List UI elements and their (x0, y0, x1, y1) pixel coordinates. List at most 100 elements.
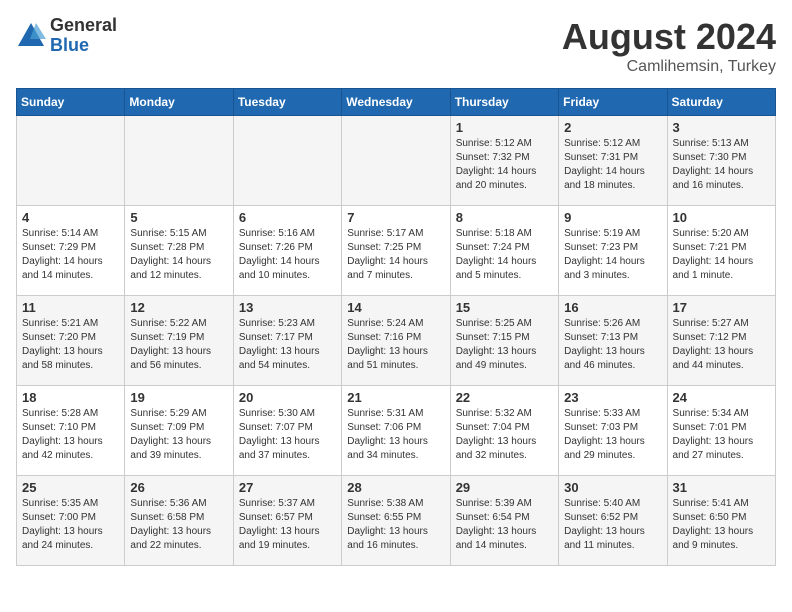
day-info: Sunrise: 5:37 AM Sunset: 6:57 PM Dayligh… (239, 497, 336, 553)
day-number: 12 (130, 300, 227, 315)
week-row-2: 4Sunrise: 5:14 AM Sunset: 7:29 PM Daylig… (17, 206, 776, 296)
day-number: 28 (347, 480, 444, 495)
calendar-cell: 8Sunrise: 5:18 AM Sunset: 7:24 PM Daylig… (450, 206, 558, 296)
day-info: Sunrise: 5:31 AM Sunset: 7:06 PM Dayligh… (347, 407, 444, 463)
day-info: Sunrise: 5:27 AM Sunset: 7:12 PM Dayligh… (673, 317, 770, 373)
day-info: Sunrise: 5:30 AM Sunset: 7:07 PM Dayligh… (239, 407, 336, 463)
calendar-cell: 6Sunrise: 5:16 AM Sunset: 7:26 PM Daylig… (233, 206, 341, 296)
calendar-cell: 17Sunrise: 5:27 AM Sunset: 7:12 PM Dayli… (667, 296, 775, 386)
calendar-cell: 7 Sunrise: 5:17 AM Sunset: 7:25 PM Daylig… (342, 206, 450, 296)
day-info: Sunrise: 5:20 AM Sunset: 7:21 PM Dayligh… (673, 227, 770, 283)
day-info: Sunrise: 5:17 AM Sunset: 7:25 PM Dayligh… (347, 227, 444, 283)
header-day-saturday: Saturday (667, 89, 775, 116)
day-number: 1 (456, 120, 553, 135)
calendar-cell: 13Sunrise: 5:23 AM Sunset: 7:17 PM Dayli… (233, 296, 341, 386)
day-info: Sunrise: 5:24 AM Sunset: 7:16 PM Dayligh… (347, 317, 444, 373)
calendar-cell (17, 116, 125, 206)
calendar-cell: 31Sunrise: 5:41 AM Sunset: 6:50 PM Dayli… (667, 476, 775, 566)
calendar-cell (233, 116, 341, 206)
day-number: 26 (130, 480, 227, 495)
calendar-cell: 9 Sunrise: 5:19 AM Sunset: 7:23 PM Daylig… (559, 206, 667, 296)
day-number: 16 (564, 300, 661, 315)
day-info: Sunrise: 5:19 AM Sunset: 7:23 PM Dayligh… (564, 227, 661, 283)
calendar-cell: 4Sunrise: 5:14 AM Sunset: 7:29 PM Daylig… (17, 206, 125, 296)
day-number: 14 (347, 300, 444, 315)
day-number: 11 (22, 300, 119, 315)
week-row-1: 1 Sunrise: 5:12 AM Sunset: 7:32 PM Daylig… (17, 116, 776, 206)
day-info: Sunrise: 5:13 AM Sunset: 7:30 PM Dayligh… (673, 137, 770, 193)
day-number: 25 (22, 480, 119, 495)
calendar-cell: 12Sunrise: 5:22 AM Sunset: 7:19 PM Dayli… (125, 296, 233, 386)
day-info: Sunrise: 5:21 AM Sunset: 7:20 PM Dayligh… (22, 317, 119, 373)
day-number: 23 (564, 390, 661, 405)
day-number: 9 (564, 210, 661, 225)
week-row-4: 18Sunrise: 5:28 AM Sunset: 7:10 PM Dayli… (17, 386, 776, 476)
day-info: Sunrise: 5:14 AM Sunset: 7:29 PM Dayligh… (22, 227, 119, 283)
day-info: Sunrise: 5:40 AM Sunset: 6:52 PM Dayligh… (564, 497, 661, 553)
day-number: 20 (239, 390, 336, 405)
calendar-cell (342, 116, 450, 206)
header-row: SundayMondayTuesdayWednesdayThursdayFrid… (17, 89, 776, 116)
calendar-header: SundayMondayTuesdayWednesdayThursdayFrid… (17, 89, 776, 116)
logo-general: General (50, 16, 117, 36)
calendar-cell (125, 116, 233, 206)
day-info: Sunrise: 5:16 AM Sunset: 7:26 PM Dayligh… (239, 227, 336, 283)
month-year: August 2024 (562, 16, 776, 58)
day-number: 30 (564, 480, 661, 495)
calendar-cell: 24 Sunrise: 5:34 AM Sunset: 7:01 PM Dayli… (667, 386, 775, 476)
day-number: 5 (130, 210, 227, 225)
calendar-cell: 23 Sunrise: 5:33 AM Sunset: 7:03 PM Dayli… (559, 386, 667, 476)
calendar-cell: 1 Sunrise: 5:12 AM Sunset: 7:32 PM Daylig… (450, 116, 558, 206)
calendar-cell: 16Sunrise: 5:26 AM Sunset: 7:13 PM Dayli… (559, 296, 667, 386)
calendar-cell: 14 Sunrise: 5:24 AM Sunset: 7:16 PM Dayli… (342, 296, 450, 386)
day-number: 10 (673, 210, 770, 225)
calendar-table: SundayMondayTuesdayWednesdayThursdayFrid… (16, 88, 776, 566)
day-number: 27 (239, 480, 336, 495)
day-number: 18 (22, 390, 119, 405)
calendar-cell: 19Sunrise: 5:29 AM Sunset: 7:09 PM Dayli… (125, 386, 233, 476)
calendar-cell: 3Sunrise: 5:13 AM Sunset: 7:30 PM Daylig… (667, 116, 775, 206)
logo-blue: Blue (50, 36, 117, 56)
day-info: Sunrise: 5:18 AM Sunset: 7:24 PM Dayligh… (456, 227, 553, 283)
header-day-tuesday: Tuesday (233, 89, 341, 116)
day-number: 29 (456, 480, 553, 495)
header-day-wednesday: Wednesday (342, 89, 450, 116)
calendar-cell: 26Sunrise: 5:36 AM Sunset: 6:58 PM Dayli… (125, 476, 233, 566)
calendar-cell: 20 Sunrise: 5:30 AM Sunset: 7:07 PM Dayli… (233, 386, 341, 476)
day-info: Sunrise: 5:33 AM Sunset: 7:03 PM Dayligh… (564, 407, 661, 463)
day-number: 24 (673, 390, 770, 405)
calendar-cell: 11 Sunrise: 5:21 AM Sunset: 7:20 PM Dayli… (17, 296, 125, 386)
location: Camlihemsin, Turkey (562, 58, 776, 76)
calendar-cell: 10 Sunrise: 5:20 AM Sunset: 7:21 PM Dayli… (667, 206, 775, 296)
day-number: 21 (347, 390, 444, 405)
day-info: Sunrise: 5:39 AM Sunset: 6:54 PM Dayligh… (456, 497, 553, 553)
day-info: Sunrise: 5:32 AM Sunset: 7:04 PM Dayligh… (456, 407, 553, 463)
header-day-thursday: Thursday (450, 89, 558, 116)
calendar-cell: 22Sunrise: 5:32 AM Sunset: 7:04 PM Dayli… (450, 386, 558, 476)
calendar-cell: 15Sunrise: 5:25 AM Sunset: 7:15 PM Dayli… (450, 296, 558, 386)
day-info: Sunrise: 5:12 AM Sunset: 7:31 PM Dayligh… (564, 137, 661, 193)
calendar-cell: 30 Sunrise: 5:40 AM Sunset: 6:52 PM Dayli… (559, 476, 667, 566)
day-info: Sunrise: 5:34 AM Sunset: 7:01 PM Dayligh… (673, 407, 770, 463)
day-info: Sunrise: 5:15 AM Sunset: 7:28 PM Dayligh… (130, 227, 227, 283)
calendar-body: 1 Sunrise: 5:12 AM Sunset: 7:32 PM Daylig… (17, 116, 776, 566)
day-info: Sunrise: 5:29 AM Sunset: 7:09 PM Dayligh… (130, 407, 227, 463)
day-info: Sunrise: 5:35 AM Sunset: 7:00 PM Dayligh… (22, 497, 119, 553)
calendar-cell: 2Sunrise: 5:12 AM Sunset: 7:31 PM Daylig… (559, 116, 667, 206)
logo: General Blue (16, 16, 117, 56)
week-row-3: 11 Sunrise: 5:21 AM Sunset: 7:20 PM Dayli… (17, 296, 776, 386)
calendar-cell: 5 Sunrise: 5:15 AM Sunset: 7:28 PM Daylig… (125, 206, 233, 296)
day-number: 31 (673, 480, 770, 495)
calendar-cell: 18Sunrise: 5:28 AM Sunset: 7:10 PM Dayli… (17, 386, 125, 476)
calendar-cell: 28Sunrise: 5:38 AM Sunset: 6:55 PM Dayli… (342, 476, 450, 566)
day-info: Sunrise: 5:23 AM Sunset: 7:17 PM Dayligh… (239, 317, 336, 373)
title-block: August 2024 Camlihemsin, Turkey (562, 16, 776, 76)
logo-icon (16, 21, 46, 51)
header-day-sunday: Sunday (17, 89, 125, 116)
logo-text: General Blue (50, 16, 117, 56)
header-day-friday: Friday (559, 89, 667, 116)
header-day-monday: Monday (125, 89, 233, 116)
day-number: 7 (347, 210, 444, 225)
calendar-cell: 27 Sunrise: 5:37 AM Sunset: 6:57 PM Dayli… (233, 476, 341, 566)
day-info: Sunrise: 5:12 AM Sunset: 7:32 PM Dayligh… (456, 137, 553, 193)
